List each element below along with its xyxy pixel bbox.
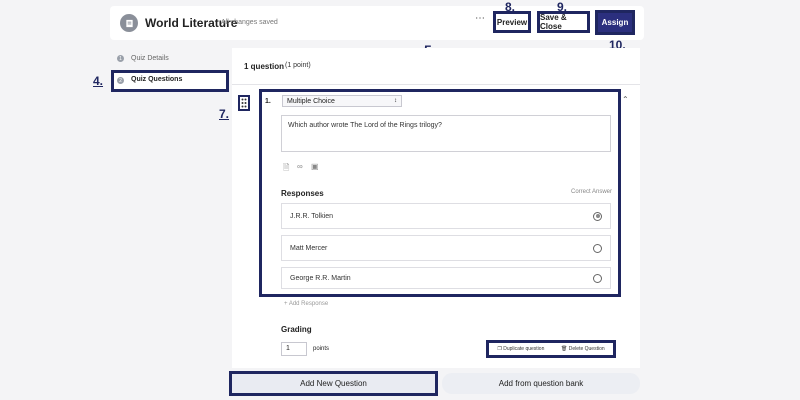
step-number-2: 2: [117, 77, 124, 84]
callout-9: 9.: [557, 0, 568, 14]
divider: [232, 84, 640, 85]
assign-button[interactable]: Assign: [595, 10, 635, 35]
response-item[interactable]: J.R.R. Tolkien: [281, 203, 611, 229]
question-count: 1 question: [244, 62, 285, 71]
question-type-value: Multiple Choice: [287, 97, 335, 105]
points-label: points: [313, 346, 330, 352]
response-item[interactable]: George R.R. Martin: [281, 267, 611, 289]
file-icon[interactable]: 🗎: [283, 162, 289, 176]
correct-answer-radio[interactable]: [593, 243, 602, 253]
question-actions: ❐ Duplicate question 🗑 Delete Question: [486, 340, 616, 358]
correct-answer-radio[interactable]: [593, 211, 602, 221]
delete-label: Delete Question: [568, 346, 605, 352]
question-number: 1.: [265, 98, 271, 105]
duplicate-question-button[interactable]: ❐ Duplicate question: [497, 346, 544, 352]
grading-heading: Grading: [281, 325, 312, 334]
more-options-button[interactable]: ⋯: [475, 13, 486, 24]
response-text: Matt Mercer: [290, 244, 328, 252]
question-type-select[interactable]: Multiple Choice ↕: [282, 95, 402, 107]
response-text: George R.R. Martin: [290, 274, 351, 282]
select-arrows-icon: ↕: [394, 98, 397, 104]
duplicate-label: Duplicate question: [503, 346, 545, 352]
add-from-question-bank-button[interactable]: Add from question bank: [442, 373, 640, 394]
save-close-button[interactable]: Save & Close: [537, 11, 590, 33]
preview-button[interactable]: Preview: [493, 11, 531, 33]
add-new-question-button[interactable]: Add New Question: [229, 371, 438, 396]
callout-8: 8.: [505, 0, 516, 14]
response-text: J.R.R. Tolkien: [290, 212, 334, 220]
save-status: All changes saved: [221, 19, 278, 26]
points-summary: (1 point): [285, 62, 311, 69]
points-input[interactable]: 1: [281, 342, 307, 356]
correct-answer-radio[interactable]: [593, 273, 602, 283]
question-text-input[interactable]: Which author wrote The Lord of the Rings…: [281, 115, 611, 152]
chevron-up-icon[interactable]: ⌃: [622, 95, 629, 104]
correct-answer-heading: Correct Answer: [571, 189, 613, 195]
step-number-1: 1: [117, 55, 124, 62]
delete-question-button[interactable]: 🗑 Delete Question: [561, 346, 605, 352]
trash-icon: 🗑: [561, 346, 568, 352]
image-icon[interactable]: ▣: [311, 162, 319, 171]
callout-4: 4.: [93, 74, 104, 88]
link-icon[interactable]: ∞: [297, 162, 303, 171]
duplicate-icon: ❐: [497, 346, 502, 352]
responses-heading: Responses: [281, 189, 324, 198]
sidebar-item-quiz-details[interactable]: Quiz Details: [131, 55, 169, 62]
response-item[interactable]: Matt Mercer: [281, 235, 611, 261]
add-response-button[interactable]: + Add Response: [284, 301, 328, 307]
sidebar-item-quiz-questions[interactable]: Quiz Questions: [131, 76, 182, 83]
drag-handle-icon[interactable]: [238, 95, 250, 111]
callout-7: 7.: [219, 107, 230, 121]
document-icon: [120, 14, 138, 32]
